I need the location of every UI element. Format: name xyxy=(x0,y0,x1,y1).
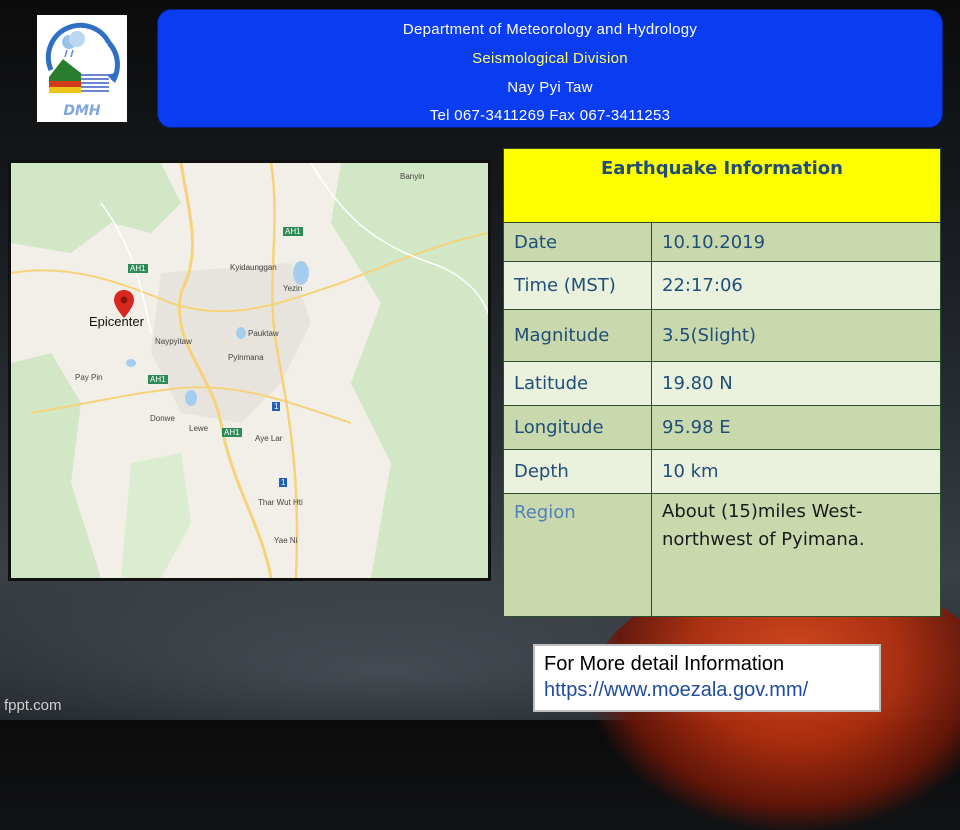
info-value: 19.80 N xyxy=(651,361,941,406)
info-value: 3.5(Slight) xyxy=(651,309,941,362)
info-row-time: Time (MST) 22:17:06 xyxy=(503,261,941,310)
map-label: Pay Pin xyxy=(75,373,103,382)
info-label: Latitude xyxy=(503,361,652,406)
map-road-shield: 1 xyxy=(279,478,288,487)
info-row-latitude: Latitude 19.80 N xyxy=(503,361,941,406)
map-lake xyxy=(293,261,309,285)
map-label: Naypyitaw xyxy=(155,337,192,346)
header-department: Department of Meteorology and Hydrology xyxy=(402,21,698,38)
map-label: Donwe xyxy=(150,414,175,423)
info-value: 95.98 E xyxy=(651,405,941,450)
map-road-shield: AH1 xyxy=(148,375,168,384)
map-road-shield: 1 xyxy=(272,402,281,411)
map-road-shield: AH1 xyxy=(283,227,303,236)
map-lake xyxy=(126,359,136,367)
map-label: Yezin xyxy=(283,284,303,293)
more-info-text: For More detail Information xyxy=(544,653,785,675)
info-row-depth: Depth 10 km xyxy=(503,449,941,494)
info-row-region: Region About (15)miles West-northwest of… xyxy=(503,493,941,617)
header-banner: Department of Meteorology and Hydrology … xyxy=(157,9,943,128)
map-label: Banyin xyxy=(400,172,425,181)
info-row-magnitude: Magnitude 3.5(Slight) xyxy=(503,309,941,362)
info-value: About (15)miles West-northwest of Pyiman… xyxy=(651,493,941,617)
info-row-date: Date 10.10.2019 xyxy=(503,222,941,262)
info-value: 22:17:06 xyxy=(651,261,941,310)
map-label: Pyinmana xyxy=(228,353,264,362)
map-label: Pauktaw xyxy=(248,329,279,338)
more-info-box: For More detail Information https://www.… xyxy=(533,644,881,712)
map-label: Thar Wut Hti xyxy=(258,498,303,507)
info-value: 10.10.2019 xyxy=(651,222,941,262)
info-label: Depth xyxy=(503,449,652,494)
epicenter-map[interactable]: Banyin Kyidaunggan Yezin Naypyitaw Pyinm… xyxy=(8,160,491,581)
header-contact: Tel 067-3411269 Fax 067-3411253 xyxy=(429,107,671,124)
info-label: Magnitude xyxy=(503,309,652,362)
header-division: Seismological Division xyxy=(472,50,628,67)
info-value: 10 km xyxy=(651,449,941,494)
info-label: Longitude xyxy=(503,405,652,450)
header-city: Nay Pyi Taw xyxy=(507,79,593,96)
moezala-link[interactable]: https://www.moezala.gov.mm/ xyxy=(544,677,870,704)
map-label: Yae Ni xyxy=(274,536,298,545)
dmh-logo: DMH xyxy=(37,15,127,122)
earthquake-info-table: Earthquake Information Date 10.10.2019 T… xyxy=(503,148,941,617)
map-label: Kyidaunggan xyxy=(230,263,277,272)
info-label: Date xyxy=(503,222,652,262)
map-road-shield: AH1 xyxy=(222,428,242,437)
info-title: Earthquake Information xyxy=(503,148,941,223)
epicenter-label: Epicenter xyxy=(89,314,144,329)
map-lake xyxy=(236,327,246,339)
map-canvas xyxy=(11,163,488,578)
info-label: Time (MST) xyxy=(503,261,652,310)
map-lake xyxy=(185,390,197,406)
fppt-brand: fppt.com xyxy=(4,697,62,714)
dmh-logo-icon: DMH xyxy=(45,22,120,119)
map-road-shield: AH1 xyxy=(128,264,148,273)
info-label: Region xyxy=(503,493,652,617)
dmh-logo-text: DMH xyxy=(63,103,101,119)
map-label: Aye Lar xyxy=(255,434,283,443)
map-label: Lewe xyxy=(189,424,209,433)
info-row-longitude: Longitude 95.98 E xyxy=(503,405,941,450)
